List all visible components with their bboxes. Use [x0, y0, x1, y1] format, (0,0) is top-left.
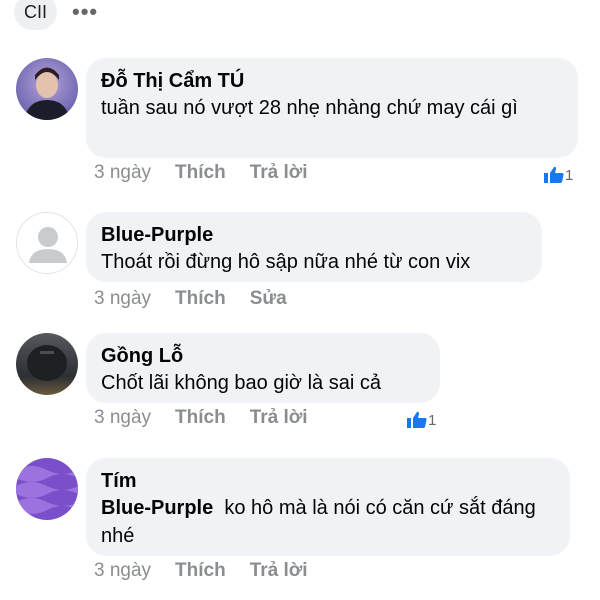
comment-bubble: Tím Blue-Purple ko hô mà là nói có căn c…	[86, 458, 570, 556]
comment-author[interactable]: Blue-Purple	[101, 222, 526, 248]
edit-button[interactable]: Sửa	[250, 288, 287, 310]
comment-actions: 3 ngày Thích Trả lời	[94, 407, 308, 429]
comment-actions: 3 ngày Thích Sửa	[94, 288, 287, 310]
comment-text: Thoát rồi đừng hô sập nữa nhé từ con vix	[101, 251, 471, 273]
reply-button[interactable]: Trả lời	[250, 560, 308, 582]
like-button[interactable]: Thích	[175, 288, 226, 310]
like-count-label: 1	[428, 411, 437, 429]
comment-2: Blue-Purple Thoát rồi đừng hô sập nữa nh…	[0, 212, 600, 312]
comment-author[interactable]: Đỗ Thị Cẩm TÚ	[101, 68, 562, 94]
comment-bubble: Đỗ Thị Cẩm TÚ tuần sau nó vượt 28 nhẹ nh…	[86, 58, 578, 158]
like-count[interactable]: 1	[543, 166, 573, 184]
like-count-label: 1	[565, 166, 574, 184]
avatar[interactable]	[16, 458, 78, 520]
like-thumb-icon	[543, 166, 565, 184]
previous-comment-pill[interactable]: CII	[14, 0, 58, 30]
comment-time[interactable]: 3 ngày	[94, 162, 151, 184]
comment-1: Đỗ Thị Cẩm TÚ tuần sau nó vượt 28 nhẹ nh…	[0, 58, 600, 188]
comment-text: Blue-Purple ko hô mà là nói có căn cứ sắ…	[101, 494, 554, 550]
comment-3: Gồng Lỗ Chốt lãi không bao giờ là sai cả…	[0, 333, 600, 433]
comment-4: Tím Blue-Purple ko hô mà là nói có căn c…	[0, 458, 600, 588]
like-thumb-icon	[406, 411, 428, 429]
comment-author[interactable]: Tím	[101, 468, 554, 494]
comment-time[interactable]: 3 ngày	[94, 560, 151, 582]
reply-button[interactable]: Trả lời	[250, 407, 308, 429]
more-icon[interactable]: •••	[72, 1, 98, 23]
comment-text: tuần sau nó vượt 28 nhẹ nhàng chứ may cá…	[101, 97, 518, 119]
avatar[interactable]	[16, 58, 78, 120]
reply-button[interactable]: Trả lời	[250, 162, 308, 184]
comment-bubble: Blue-Purple Thoát rồi đừng hô sập nữa nh…	[86, 212, 542, 282]
avatar[interactable]	[16, 333, 78, 395]
like-button[interactable]: Thích	[175, 162, 226, 184]
comment-actions: 3 ngày Thích Trả lời	[94, 162, 308, 184]
avatar[interactable]	[16, 212, 78, 274]
comment-time[interactable]: 3 ngày	[94, 288, 151, 310]
comment-bubble: Gồng Lỗ Chốt lãi không bao giờ là sai cả	[86, 333, 440, 403]
like-button[interactable]: Thích	[175, 407, 226, 429]
top-row: CII •••	[0, 0, 600, 34]
mention-tag[interactable]: Blue-Purple	[101, 497, 213, 519]
like-button[interactable]: Thích	[175, 560, 226, 582]
comment-actions: 3 ngày Thích Trả lời	[94, 560, 308, 582]
comment-author[interactable]: Gồng Lỗ	[101, 343, 424, 369]
comment-time[interactable]: 3 ngày	[94, 407, 151, 429]
comment-text: Chốt lãi không bao giờ là sai cả	[101, 372, 381, 394]
like-count[interactable]: 1	[406, 411, 436, 429]
